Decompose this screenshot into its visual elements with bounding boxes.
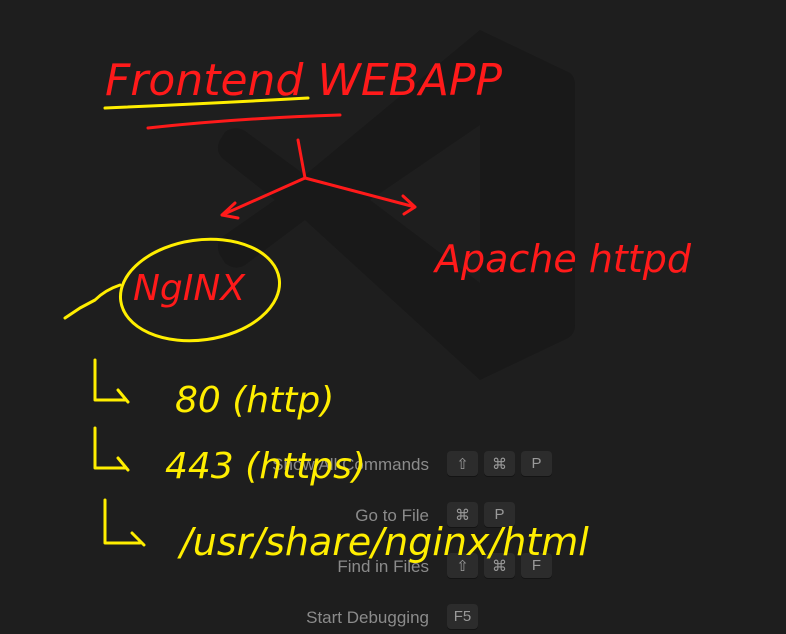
annotation-nginx: NgINX [133, 268, 246, 309]
bracket-path [103, 498, 146, 547]
handwritten-annotations: Frontend WEBAPP NgINX Apache httpd 80 (h… [63, 55, 692, 564]
bracket-443 [93, 426, 130, 472]
branch-arrows [220, 138, 417, 220]
annotation-port-80: 80 (http) [175, 380, 334, 421]
bracket-80 [93, 358, 130, 404]
annotation-apache: Apache httpd [432, 237, 692, 281]
annotation-path: /usr/share/nginx/html [177, 520, 589, 564]
annotation-port-443: 443 (https) [165, 446, 366, 487]
check-mark [63, 283, 122, 320]
underline-red [146, 113, 342, 130]
